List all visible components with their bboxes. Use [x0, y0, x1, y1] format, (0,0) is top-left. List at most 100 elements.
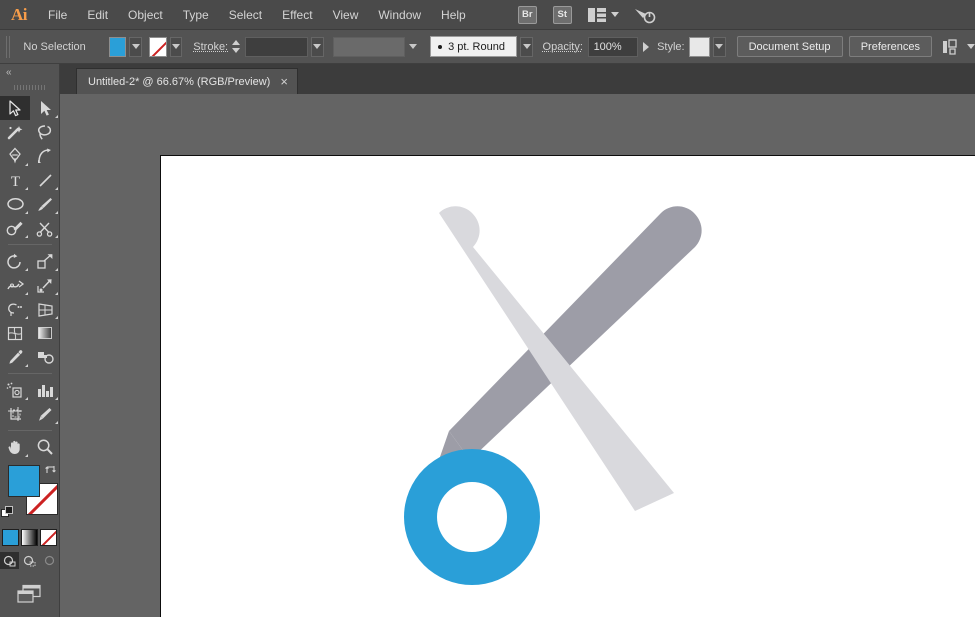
scissors-handle-ring	[404, 449, 540, 585]
tools-divider-3	[8, 430, 52, 431]
opacity-input[interactable]: 100%	[587, 36, 639, 57]
stock-icon[interactable]: St	[552, 5, 572, 24]
fill-stroke-proxy	[0, 463, 60, 523]
curvature-tool[interactable]	[30, 144, 60, 168]
pen-tool[interactable]	[0, 144, 30, 168]
scale-tool[interactable]	[30, 249, 60, 273]
illustrator-window: Ai File Edit Object Type Select Effect V…	[0, 0, 975, 617]
drawing-mode-buttons	[0, 552, 59, 569]
graphic-style-swatch[interactable]	[689, 36, 710, 57]
stroke-color-swatch[interactable]	[149, 36, 167, 57]
menu-object[interactable]: Object	[118, 0, 173, 30]
menu-select[interactable]: Select	[219, 0, 272, 30]
shaper-pencil-tool[interactable]	[0, 216, 30, 240]
document-tab[interactable]: Untitled-2* @ 66.67% (RGB/Preview) ×	[76, 68, 298, 94]
stroke-profile-chevron-down-icon[interactable]	[408, 44, 417, 49]
draw-inside-button[interactable]	[40, 552, 59, 569]
menu-bar-right-group: Br St	[510, 0, 656, 30]
close-icon[interactable]: ×	[280, 75, 288, 88]
menu-bar: Ai File Edit Object Type Select Effect V…	[0, 0, 975, 30]
document-tab-title: Untitled-2* @ 66.67% (RGB/Preview)	[88, 75, 271, 88]
column-graph-tool[interactable]	[30, 378, 60, 402]
slice-tool[interactable]	[30, 402, 60, 426]
color-mode-button[interactable]	[2, 529, 19, 546]
menu-file[interactable]: File	[38, 0, 77, 30]
stroke-profile-dropdown[interactable]	[332, 36, 405, 57]
scissors-illustration[interactable]	[161, 156, 975, 617]
tools-panel: « T	[0, 64, 60, 617]
artboard[interactable]	[160, 155, 975, 617]
menu-window[interactable]: Window	[368, 0, 431, 30]
opacity-label[interactable]: Opacity:	[543, 41, 583, 53]
brush-definition-dropdown[interactable]: 3 pt. Round	[430, 36, 518, 57]
tools-panel-collapse-icon[interactable]: «	[0, 64, 59, 80]
opacity-expand-arrow-icon[interactable]	[643, 41, 650, 52]
free-transform-tool[interactable]	[30, 273, 60, 297]
control-bar: No Selection Stroke: 3 pt. Round Opacity…	[0, 30, 975, 64]
graphic-style-dropdown[interactable]	[712, 36, 726, 57]
tools-panel-drag-handle[interactable]	[13, 80, 46, 92]
menu-type[interactable]: Type	[173, 0, 219, 30]
stroke-weight-label[interactable]: Stroke:	[193, 41, 228, 53]
default-fill-stroke-icon[interactable]	[1, 506, 14, 519]
brush-preview-icon	[438, 44, 443, 49]
magic-wand-tool[interactable]	[0, 120, 30, 144]
menu-effect[interactable]: Effect	[272, 0, 322, 30]
selection-status-label: No Selection	[23, 40, 86, 53]
gradient-mode-button[interactable]	[21, 529, 38, 546]
gradient-tool[interactable]	[30, 321, 60, 345]
scissors-eraser-tool[interactable]	[30, 216, 60, 240]
app-logo-icon: Ai	[11, 4, 28, 24]
tools-divider	[8, 244, 52, 245]
svg-text:T: T	[10, 174, 19, 189]
width-warp-tool[interactable]	[0, 273, 30, 297]
paintbrush-tool[interactable]	[30, 192, 60, 216]
rotate-tool[interactable]	[0, 249, 30, 273]
stroke-weight-dropdown[interactable]	[310, 36, 324, 57]
menu-edit[interactable]: Edit	[77, 0, 118, 30]
canvas-area[interactable]	[60, 94, 975, 617]
document-setup-button[interactable]: Document Setup	[736, 36, 843, 57]
align-transform-icon[interactable]	[942, 38, 962, 55]
perspective-grid-tool[interactable]	[30, 297, 60, 321]
arrange-documents-icon[interactable]	[587, 7, 606, 22]
lasso-tool[interactable]	[30, 120, 60, 144]
draw-behind-button[interactable]	[20, 552, 39, 569]
type-tool[interactable]: T	[0, 168, 30, 192]
blend-tool[interactable]	[30, 345, 60, 369]
hand-tool[interactable]	[0, 435, 30, 459]
workspace-switcher-icon[interactable]	[633, 6, 656, 24]
menu-help[interactable]: Help	[431, 0, 476, 30]
align-chevron-down-icon[interactable]	[967, 44, 975, 49]
symbol-sprayer-tool[interactable]	[0, 378, 30, 402]
selection-tool[interactable]	[0, 96, 30, 120]
direct-selection-tool[interactable]	[30, 96, 60, 120]
bridge-icon[interactable]: Br	[517, 5, 537, 24]
document-tab-bar: Untitled-2* @ 66.67% (RGB/Preview) ×	[0, 64, 975, 94]
artboard-tool[interactable]	[0, 402, 30, 426]
menu-view[interactable]: View	[323, 0, 369, 30]
shape-builder-tool[interactable]	[0, 297, 30, 321]
zoom-tool[interactable]	[30, 435, 60, 459]
screen-mode-button[interactable]	[0, 583, 59, 605]
eyedropper-tool[interactable]	[0, 345, 30, 369]
fill-swatch-dropdown[interactable]	[129, 36, 143, 57]
swap-fill-stroke-icon[interactable]	[45, 463, 58, 476]
preferences-button[interactable]: Preferences	[848, 36, 933, 57]
fill-stroke-mode-buttons	[0, 529, 59, 546]
stroke-swatch-dropdown[interactable]	[169, 36, 183, 57]
brush-definition-chevron[interactable]	[520, 36, 534, 57]
mesh-tool[interactable]	[0, 321, 30, 345]
brush-definition-value: 3 pt. Round	[448, 40, 505, 53]
fill-proxy-swatch[interactable]	[8, 465, 40, 497]
control-bar-drag-handle[interactable]	[6, 35, 12, 58]
stroke-weight-input[interactable]	[244, 36, 308, 57]
line-segment-tool[interactable]	[30, 168, 60, 192]
style-label: Style:	[657, 40, 685, 53]
ellipse-tool[interactable]	[0, 192, 30, 216]
none-mode-button[interactable]	[40, 529, 57, 546]
fill-color-swatch[interactable]	[108, 36, 127, 57]
arrange-documents-chevron-down-icon[interactable]	[610, 12, 619, 17]
stroke-weight-stepper[interactable]	[232, 37, 241, 57]
draw-normal-button[interactable]	[0, 552, 19, 569]
